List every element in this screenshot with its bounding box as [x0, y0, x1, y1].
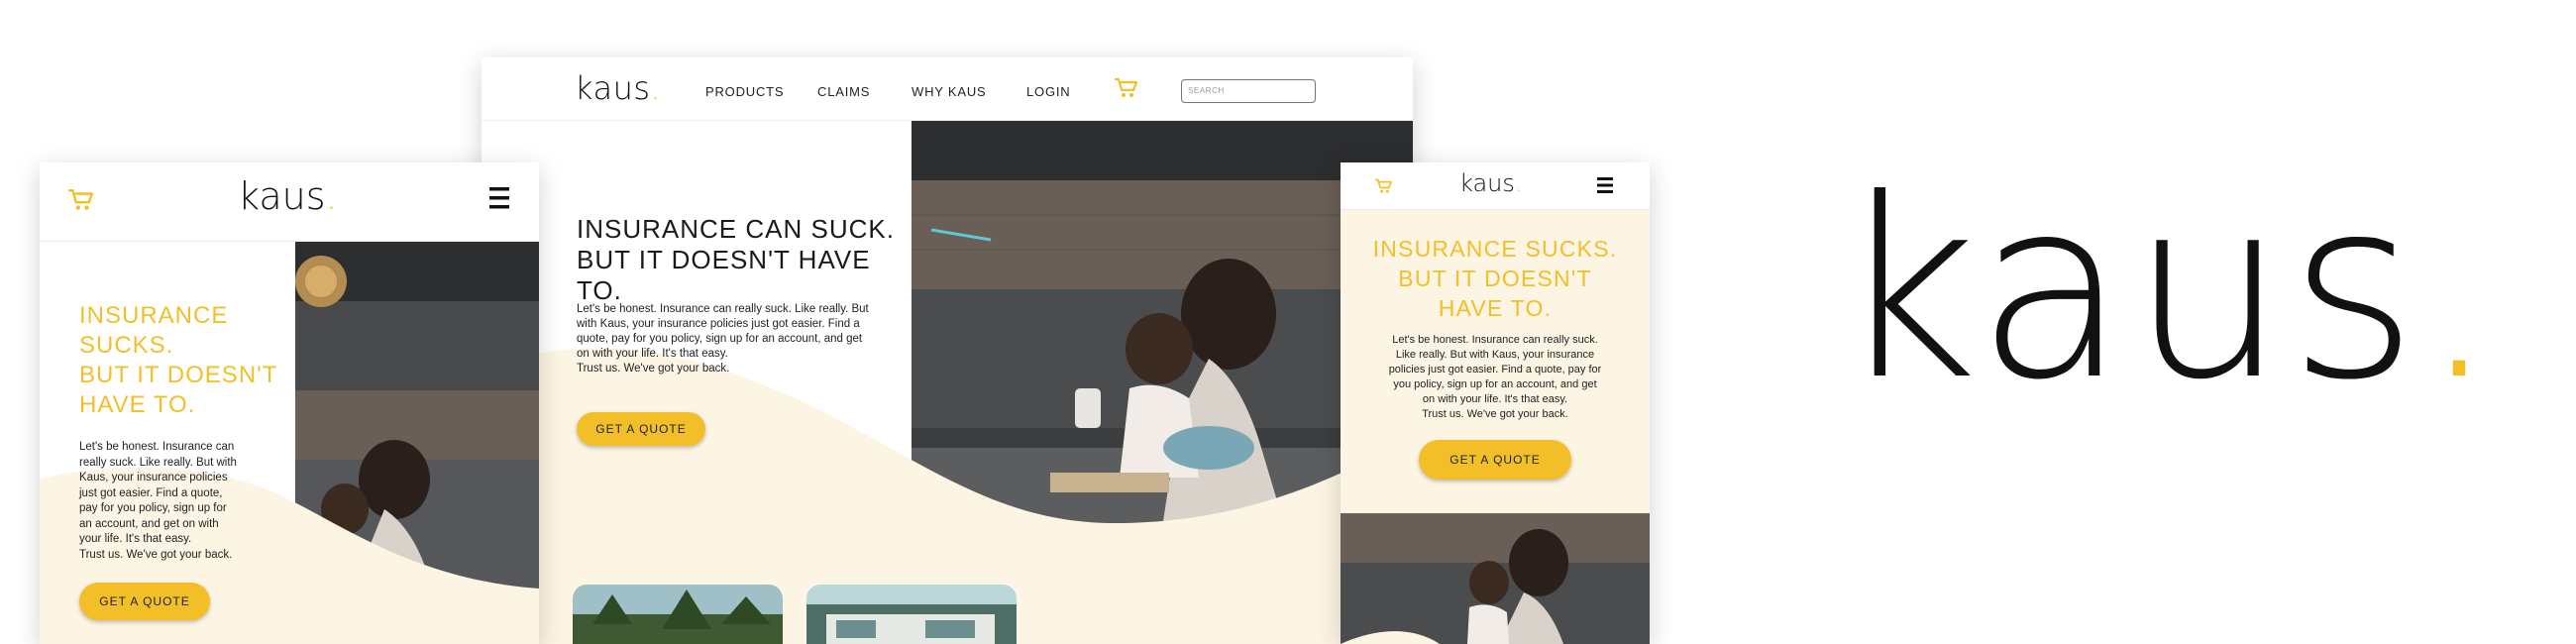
body-line: on with your life. It's that easy. — [1422, 393, 1568, 405]
body-line: your life. It's that easy. — [79, 533, 192, 545]
hero-body: Let's be honest. Insurance can really su… — [577, 302, 884, 376]
nav-claims[interactable]: CLAIMS — [817, 84, 870, 99]
get-a-quote-button[interactable]: GET A QUOTE — [79, 583, 210, 620]
headline-line: INSURANCE CAN SUCK. — [577, 214, 895, 244]
body-line: Let's be honest. Insurance can really su… — [577, 303, 869, 315]
headline-line: HAVE TO. — [79, 391, 196, 418]
body-line: policies just got easier. Find a quote, … — [1388, 364, 1602, 376]
body-line: Trust us. We've got your back. — [577, 363, 730, 375]
mobile-mockup-small: kaus. INSURANCE SUCKS. BUT IT DOESN'T HA… — [1341, 162, 1650, 644]
body-line: Let's be honest. Insurance can really su… — [1392, 334, 1598, 346]
get-a-quote-button[interactable]: GET A QUOTE — [1419, 440, 1571, 480]
body-line: Let's be honest. Insurance can — [79, 441, 235, 453]
headline-line: BUT IT DOESN'T — [79, 362, 278, 388]
headline-line: INSURANCE SUCKS. — [1372, 236, 1618, 262]
hero-body: Let's be honest. Insurance can really su… — [79, 440, 258, 563]
headline-line: HAVE TO. — [1438, 295, 1553, 321]
body-line: an account, and get on with — [79, 517, 219, 530]
body-line: pay for you policy, sign up for — [79, 502, 227, 514]
mobile-header: kaus. — [1341, 162, 1650, 210]
nav-products[interactable]: PRODUCTS — [705, 84, 784, 99]
mobile-header: kaus. — [40, 162, 539, 242]
hero-headline: INSURANCE SUCKS. BUT IT DOESN'T HAVE TO. — [79, 301, 292, 420]
desktop-mockup: kaus. PRODUCTS CLAIMS WHY KAUS LOGIN SEA… — [482, 57, 1413, 644]
mobile-mockup-large: kaus. INSURANCE SUCKS. BUT IT DOESN'T HA… — [40, 162, 539, 644]
body-line: Like really. But with Kaus, your insuran… — [1395, 349, 1595, 361]
search-input[interactable]: SEARCH — [1181, 79, 1316, 103]
headline-line: BUT IT DOESN'T HAVE TO. — [577, 245, 871, 305]
top-navigation: kaus. PRODUCTS CLAIMS WHY KAUS LOGIN SEA… — [482, 57, 1413, 121]
hero-headline: INSURANCE SUCKS. BUT IT DOESN'T HAVE TO. — [1350, 234, 1640, 323]
hamburger-menu-icon[interactable] — [487, 184, 511, 212]
mockup-stage: kaus. PRODUCTS CLAIMS WHY KAUS LOGIN SEA… — [0, 0, 2576, 644]
card-photo-palms[interactable] — [573, 585, 783, 644]
hero-headline: INSURANCE CAN SUCK. BUT IT DOESN'T HAVE … — [577, 214, 913, 306]
body-line: Trust us. We've got your back. — [1422, 408, 1568, 420]
body-line: really suck. Like really. But with — [79, 456, 237, 469]
kaus-logo-large: kaus. — [1835, 146, 2501, 434]
card-photo-house[interactable] — [806, 585, 1017, 644]
cart-icon[interactable] — [67, 188, 94, 212]
body-line: you policy, sign up for an account, and … — [1393, 378, 1597, 390]
body-line: with Kaus, your insurance policies just … — [577, 318, 860, 330]
kaus-logo[interactable]: kaus. — [1459, 169, 1523, 197]
hero-body: Let's be honest. Insurance can really su… — [1376, 333, 1614, 422]
hero-photo — [1341, 513, 1650, 644]
headline-line: INSURANCE — [79, 302, 229, 329]
hamburger-menu-icon[interactable] — [1596, 175, 1614, 195]
kaus-logo[interactable]: kaus. — [238, 174, 338, 218]
cart-icon[interactable] — [1374, 178, 1392, 194]
headline-line: BUT IT DOESN'T — [1398, 266, 1592, 291]
cart-icon[interactable] — [1114, 77, 1138, 99]
nav-why-kaus[interactable]: WHY KAUS — [912, 84, 987, 99]
body-line: on with your life. It's that easy. — [577, 348, 728, 360]
get-a-quote-button[interactable]: GET A QUOTE — [577, 412, 705, 446]
body-line: Kaus, your insurance policies — [79, 472, 228, 483]
kaus-logo[interactable]: kaus. — [575, 69, 661, 107]
body-line: quote, pay for you policy, sign up for a… — [577, 333, 863, 345]
body-line: Trust us. We've got your back. — [79, 548, 233, 561]
headline-line: SUCKS. — [79, 332, 174, 359]
nav-login[interactable]: LOGIN — [1026, 84, 1070, 99]
body-line: just got easier. Find a quote, — [79, 486, 223, 499]
